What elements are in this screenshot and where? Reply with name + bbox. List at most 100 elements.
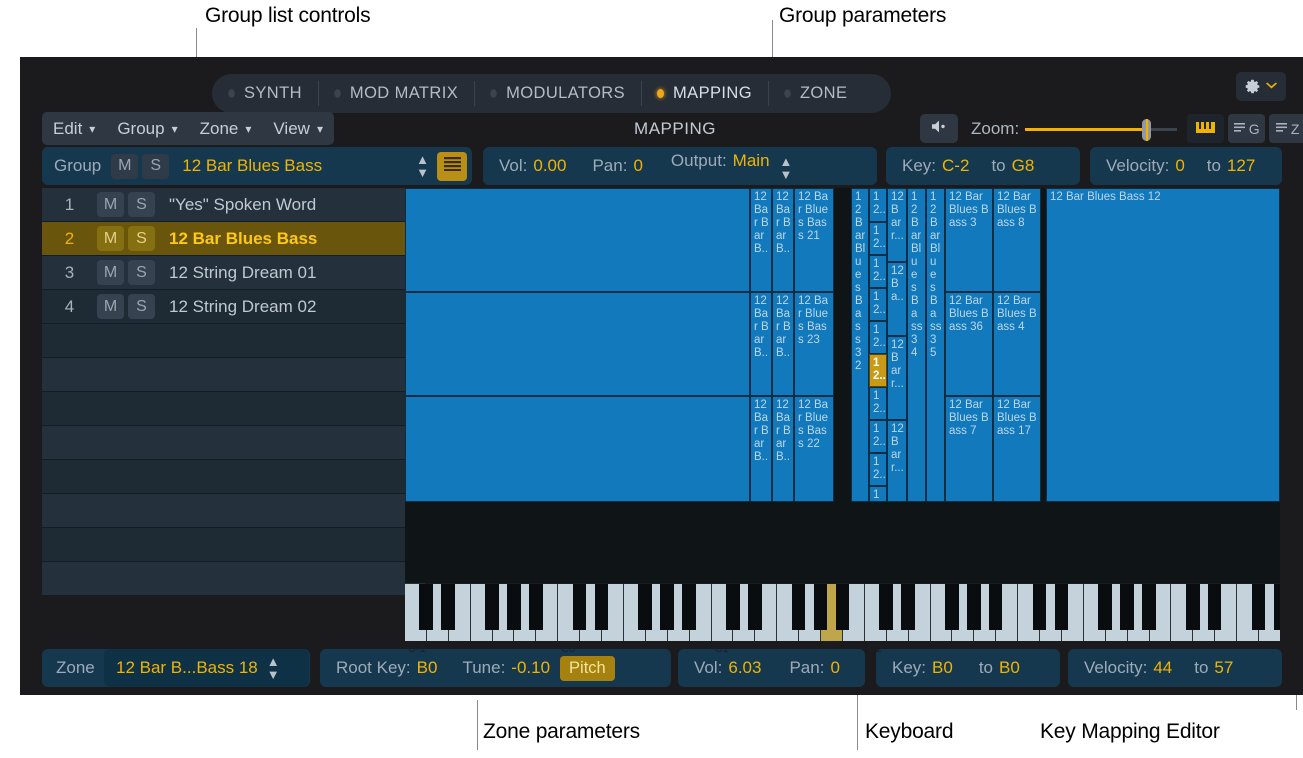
black-key[interactable] bbox=[485, 584, 499, 630]
group-row[interactable]: 3 M S 12 String Dream 01 bbox=[42, 256, 425, 290]
stepper-icon[interactable]: ▲ ▼ bbox=[416, 153, 429, 179]
zone-stepper-icon[interactable]: ▲ ▼ bbox=[267, 655, 280, 681]
black-key[interactable] bbox=[1120, 584, 1134, 630]
mapping-zone[interactable]: 12 Bar Blues Bass 21 bbox=[794, 188, 834, 292]
mapping-zone[interactable]: 12 Bar Bar B.. bbox=[750, 396, 772, 502]
mapping-zone[interactable]: 12 Bar Blues Bass 35 bbox=[926, 188, 945, 502]
group-key-range-box[interactable]: Key: C-2 to G8 bbox=[886, 147, 1080, 185]
black-key[interactable] bbox=[441, 584, 455, 630]
group-row-empty[interactable] bbox=[42, 426, 425, 460]
group-mute-button[interactable]: M bbox=[111, 153, 139, 179]
mapping-zone[interactable]: 12 Bar Blues Bass 23 bbox=[794, 292, 834, 396]
mapping-zone[interactable]: 12 Bar Blues Bass 17 bbox=[993, 396, 1041, 502]
zone-rootkey-value[interactable]: B0 bbox=[417, 658, 438, 678]
group-vol-pan-output-box[interactable]: Vol: 0.00 Pan: 0 Output: Main ▲ ▼ bbox=[483, 147, 877, 185]
mapping-zone[interactable]: 12 Bar Bar B.. bbox=[772, 396, 794, 502]
black-key[interactable] bbox=[835, 584, 850, 630]
group-row[interactable]: 2 M S 12 Bar Blues Bass bbox=[42, 222, 425, 256]
mapping-zone[interactable]: 12 Ba.. bbox=[887, 262, 907, 336]
menu-view[interactable]: View ▾ bbox=[262, 112, 334, 145]
group-row-mute-button[interactable]: M bbox=[97, 192, 124, 217]
speaker-button[interactable] bbox=[920, 114, 958, 143]
zone-key-low[interactable]: B0 bbox=[932, 658, 953, 678]
zone-pan-value[interactable]: 0 bbox=[830, 658, 839, 678]
black-key[interactable] bbox=[988, 584, 1003, 630]
group-row-solo-button[interactable]: S bbox=[128, 192, 155, 217]
group-row-empty[interactable] bbox=[42, 460, 425, 494]
mapping-zone[interactable]: 12.. bbox=[869, 188, 887, 222]
mapping-zone[interactable]: 12.. bbox=[869, 420, 887, 453]
group-row-empty[interactable] bbox=[42, 494, 425, 528]
mapping-zone[interactable] bbox=[405, 396, 750, 502]
black-key[interactable] bbox=[572, 584, 587, 630]
mapping-zone[interactable]: 12 Bar Blues Bass 7 bbox=[945, 396, 993, 502]
mapping-zone[interactable]: 12 Bar Bar B.. bbox=[772, 188, 794, 292]
group-row-empty[interactable] bbox=[42, 358, 425, 392]
mapping-zone[interactable] bbox=[405, 292, 750, 396]
group-row-solo-button[interactable]: S bbox=[128, 294, 155, 319]
settings-menu-button[interactable] bbox=[1236, 72, 1286, 101]
black-key[interactable] bbox=[1185, 584, 1200, 630]
zone-view-button[interactable]: Z bbox=[1269, 114, 1303, 143]
group-vol-value[interactable]: 0.00 bbox=[533, 156, 566, 176]
mapping-zone[interactable]: 12 Bar Bar B.. bbox=[772, 292, 794, 396]
black-key[interactable] bbox=[1098, 584, 1112, 630]
pitch-toggle-button[interactable]: Pitch bbox=[560, 655, 615, 681]
black-key[interactable] bbox=[726, 584, 740, 630]
group-velocity-low[interactable]: 0 bbox=[1175, 156, 1184, 176]
menu-group[interactable]: Group ▾ bbox=[106, 112, 188, 145]
mapping-zone[interactable]: 12.. bbox=[869, 255, 887, 288]
group-key-high[interactable]: G8 bbox=[1012, 156, 1035, 176]
zone-rootkey-tune-box[interactable]: Root Key: B0 Tune: -0.10 Pitch bbox=[320, 649, 671, 687]
tab-mapping[interactable]: MAPPING bbox=[641, 74, 768, 113]
mapping-zone[interactable]: 12 Bar Blues Bass 3 bbox=[945, 188, 993, 292]
zone-key-range-box[interactable]: Key: B0 to B0 bbox=[876, 649, 1060, 687]
group-row-mute-button[interactable]: M bbox=[97, 294, 124, 319]
mapping-zone[interactable]: 12 Bar Blues Bass 22 bbox=[794, 396, 834, 502]
group-velocity-range-box[interactable]: Velocity: 0 to 127 bbox=[1090, 147, 1282, 185]
zone-selector[interactable]: 12 Bar B...Bass 18 ▲ ▼ bbox=[104, 649, 309, 687]
mapping-zone[interactable]: 12 Bar Bar B.. bbox=[750, 188, 772, 292]
output-stepper-icon[interactable]: ▲ ▼ bbox=[780, 155, 793, 181]
group-row-empty[interactable] bbox=[42, 528, 425, 562]
group-output-value[interactable]: Main bbox=[733, 151, 770, 171]
zone-vol-value[interactable]: 6.03 bbox=[728, 658, 761, 678]
group-row-empty[interactable] bbox=[42, 324, 425, 358]
group-row-empty[interactable] bbox=[42, 562, 425, 596]
black-key[interactable] bbox=[419, 584, 434, 630]
group-row-solo-button[interactable]: S bbox=[128, 260, 155, 285]
zone-velocity-high[interactable]: 57 bbox=[1214, 658, 1233, 678]
black-key[interactable] bbox=[966, 584, 981, 630]
group-row-solo-button[interactable]: S bbox=[128, 226, 155, 251]
black-key[interactable] bbox=[528, 584, 543, 630]
group-key-low[interactable]: C-2 bbox=[942, 156, 969, 176]
black-key[interactable] bbox=[879, 584, 893, 630]
mapping-zone[interactable]: 12.. bbox=[869, 222, 887, 255]
mapping-zone[interactable]: 12 Bar Blues Bass 4 bbox=[993, 292, 1041, 396]
black-key[interactable] bbox=[682, 584, 696, 630]
keyboard-view-button[interactable] bbox=[1187, 114, 1225, 143]
mapping-zone[interactable]: 12 Bar r... bbox=[887, 188, 907, 262]
menu-zone[interactable]: Zone ▾ bbox=[189, 112, 263, 145]
black-key[interactable] bbox=[1273, 584, 1280, 630]
key-mapping-editor[interactable]: 12 Bar Bar B.. 12 Bar Bar B.. 12 Bar Bar B… bbox=[405, 188, 1280, 583]
group-list[interactable]: 1 M S "Yes" Spoken Word 2 M S 12 Bar Blues Bass… bbox=[42, 188, 425, 596]
group-pan-value[interactable]: 0 bbox=[633, 156, 642, 176]
tab-mod-matrix[interactable]: MOD MATRIX bbox=[317, 74, 474, 113]
tab-zone[interactable]: ZONE bbox=[767, 74, 863, 113]
group-row[interactable]: 1 M S "Yes" Spoken Word bbox=[42, 188, 425, 222]
group-row[interactable]: 4 M S 12 String Dream 02 bbox=[42, 290, 425, 324]
black-key[interactable] bbox=[660, 584, 674, 630]
black-key[interactable] bbox=[507, 584, 521, 630]
mapping-zone[interactable]: 12.. bbox=[869, 453, 887, 486]
group-row-mute-button[interactable]: M bbox=[97, 226, 124, 251]
tab-modulators[interactable]: MODULATORS bbox=[474, 74, 641, 113]
tab-synth[interactable]: SYNTH bbox=[212, 74, 318, 113]
zone-velocity-low[interactable]: 44 bbox=[1153, 658, 1172, 678]
mapping-zone[interactable]: 12.. bbox=[869, 387, 887, 420]
group-selector[interactable]: Group M S 12 Bar Blues Bass ▲ ▼ bbox=[42, 147, 472, 185]
group-row-mute-button[interactable]: M bbox=[97, 260, 124, 285]
zoom-slider[interactable] bbox=[1025, 118, 1178, 141]
group-list-button[interactable] bbox=[437, 151, 467, 181]
mapping-zone[interactable]: 12 Bar Blues Bass 34 bbox=[907, 188, 926, 502]
